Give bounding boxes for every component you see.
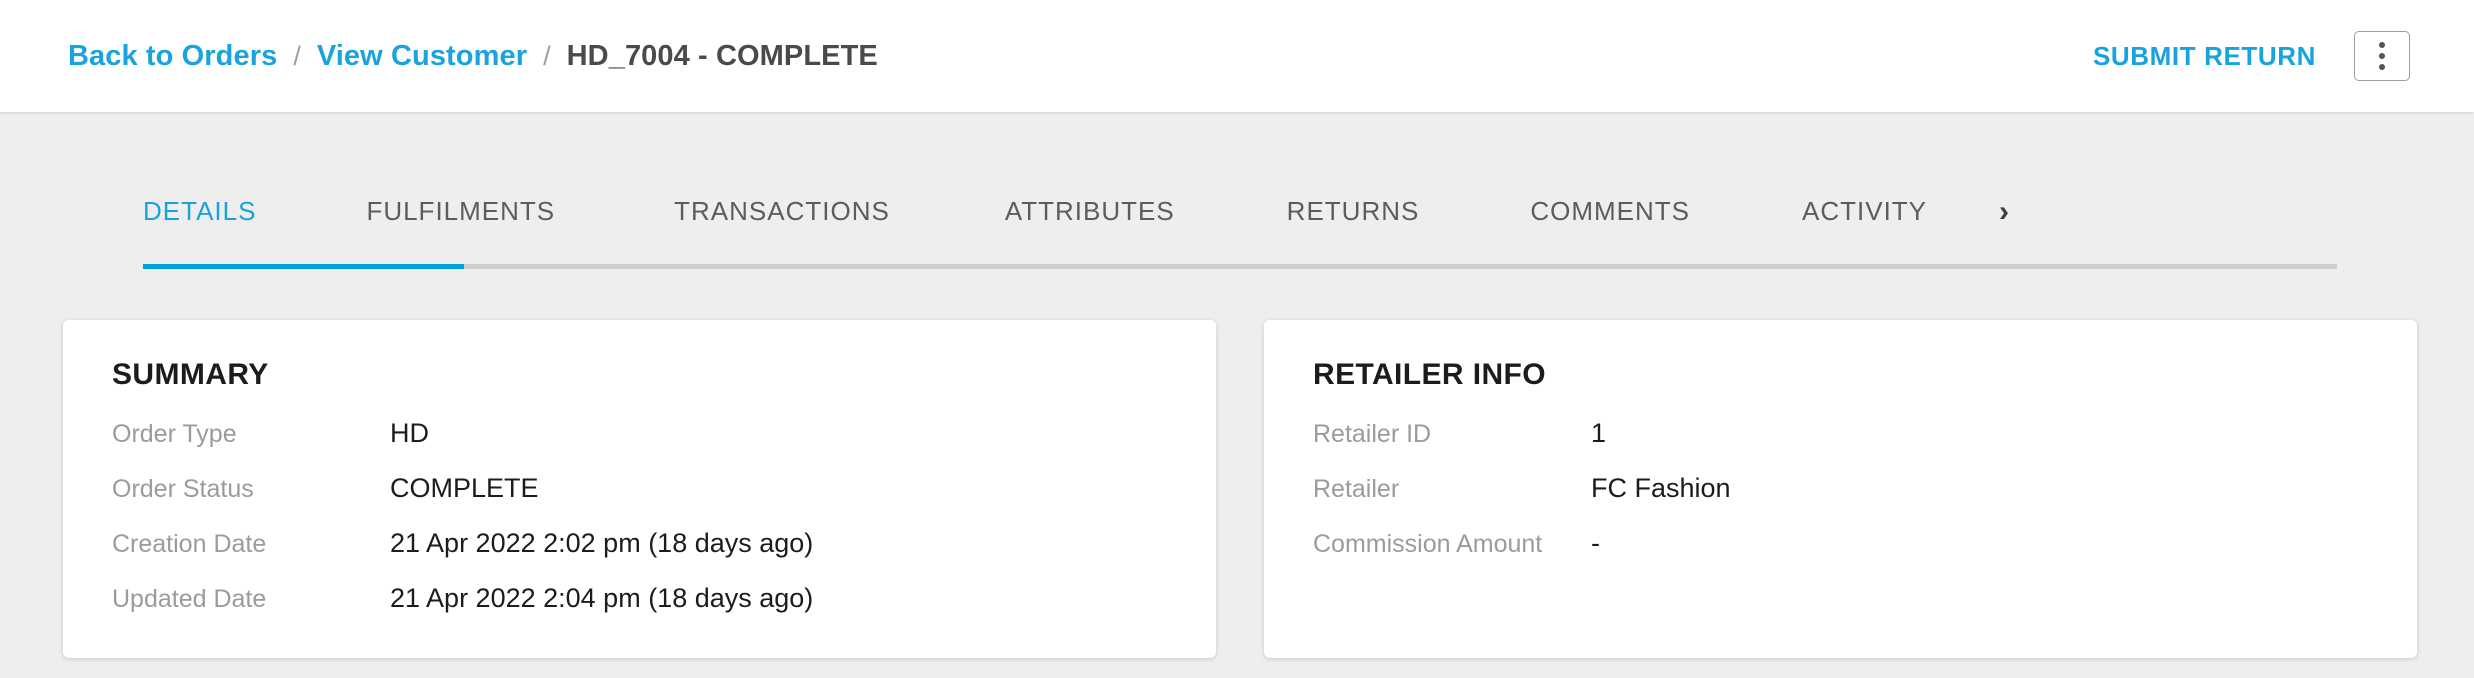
tab-active-underline	[143, 264, 464, 269]
field-creation-date: Creation Date 21 Apr 2022 2:02 pm (18 da…	[112, 528, 1216, 583]
tab-rail	[143, 264, 2337, 269]
field-retailer: Retailer FC Fashion	[1313, 473, 2417, 528]
kebab-menu-icon	[2379, 42, 2385, 48]
field-updated-date: Updated Date 21 Apr 2022 2:04 pm (18 day…	[112, 583, 1216, 638]
field-order-type: Order Type HD	[112, 418, 1216, 473]
tab-transactions[interactable]: TRANSACTIONS	[674, 196, 890, 227]
details-card-grid: SUMMARY Order Type HD Order Status COMPL…	[63, 320, 2417, 658]
field-value-creation-date: 21 Apr 2022 2:02 pm (18 days ago)	[390, 528, 814, 558]
page-header: Back to Orders / View Customer / HD_7004…	[0, 0, 2474, 112]
summary-card: SUMMARY Order Type HD Order Status COMPL…	[63, 320, 1216, 658]
kebab-menu-icon-dot-3	[2379, 64, 2385, 70]
field-value-order-type: HD	[390, 418, 429, 448]
field-value-order-status: COMPLETE	[390, 473, 539, 503]
retailer-info-card: RETAILER INFO Retailer ID 1 Retailer FC …	[1264, 320, 2417, 658]
field-value-commission-amount: -	[1591, 528, 1600, 558]
tab-activity[interactable]: ACTIVITY	[1802, 196, 1927, 227]
breadcrumb-link-back-to-orders[interactable]: Back to Orders	[68, 40, 277, 73]
field-label-order-type: Order Type	[112, 420, 237, 448]
breadcrumb-separator-1: /	[293, 40, 301, 71]
breadcrumb-current-order: HD_7004 - COMPLETE	[566, 39, 878, 72]
tab-details[interactable]: DETAILS	[143, 196, 256, 227]
tab-fulfilments[interactable]: FULFILMENTS	[366, 196, 555, 227]
field-retailer-id: Retailer ID 1	[1313, 418, 2417, 473]
submit-return-button[interactable]: SUBMIT RETURN	[2093, 41, 2316, 72]
retailer-info-card-title: RETAILER INFO	[1313, 358, 1546, 391]
kebab-menu-icon-dot-2	[2379, 53, 2385, 59]
overflow-menu-button[interactable]	[2354, 31, 2410, 81]
breadcrumb-link-view-customer[interactable]: View Customer	[317, 40, 527, 73]
summary-card-title: SUMMARY	[112, 358, 269, 391]
chevron-right-icon[interactable]: ›	[1999, 196, 2009, 227]
field-value-retailer-id: 1	[1591, 418, 1607, 448]
tab-returns[interactable]: RETURNS	[1287, 196, 1420, 227]
field-label-commission-amount: Commission Amount	[1313, 530, 1543, 558]
tab-comments[interactable]: COMMENTS	[1530, 196, 1690, 227]
field-label-creation-date: Creation Date	[112, 530, 267, 558]
field-value-retailer: FC Fashion	[1591, 473, 1731, 503]
tab-list: DETAILS FULFILMENTS TRANSACTIONS ATTRIBU…	[143, 196, 2009, 227]
breadcrumb-separator-2: /	[543, 40, 551, 71]
field-label-retailer: Retailer	[1313, 475, 1400, 503]
field-value-updated-date: 21 Apr 2022 2:04 pm (18 days ago)	[390, 583, 814, 613]
field-label-retailer-id: Retailer ID	[1313, 420, 1432, 448]
tab-bar: DETAILS FULFILMENTS TRANSACTIONS ATTRIBU…	[0, 112, 2474, 290]
header-actions: SUBMIT RETURN	[2093, 31, 2410, 81]
breadcrumb: Back to Orders / View Customer / HD_7004…	[68, 40, 878, 73]
tab-attributes[interactable]: ATTRIBUTES	[1005, 196, 1175, 227]
field-label-updated-date: Updated Date	[112, 585, 267, 613]
field-commission-amount: Commission Amount -	[1313, 528, 2417, 583]
field-order-status: Order Status COMPLETE	[112, 473, 1216, 528]
field-label-order-status: Order Status	[112, 475, 254, 503]
